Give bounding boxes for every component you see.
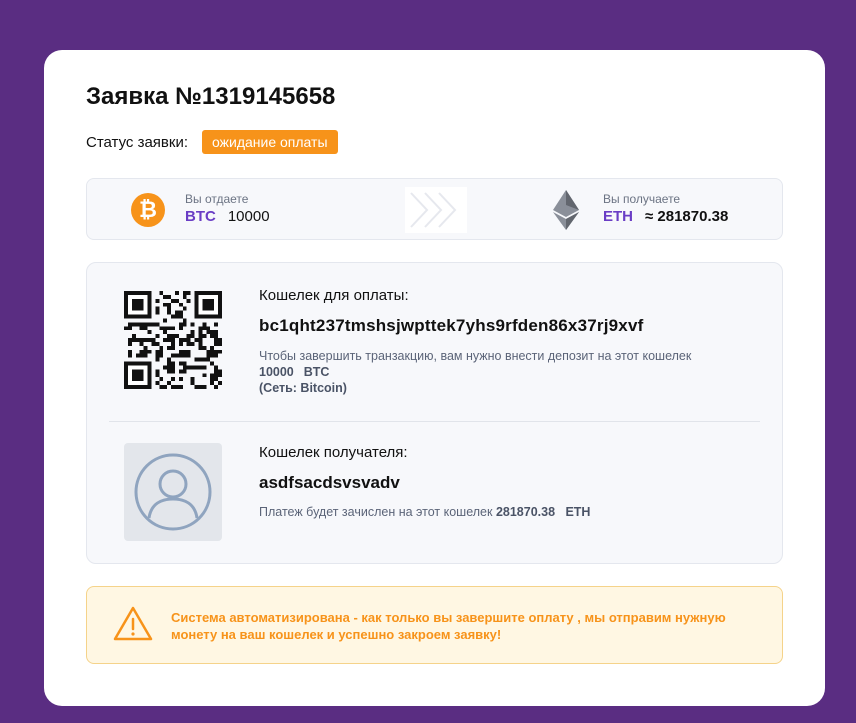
user-avatar-icon (124, 443, 222, 541)
payment-wallet-block: Кошелек для оплаты: bc1qht237tmshsjwptte… (259, 287, 769, 396)
recipient-note: Платеж будет зачислен на этот кошелек 28… (259, 505, 769, 519)
info-alert: Система автоматизирована - как только вы… (86, 586, 783, 664)
order-card: Заявка №1319145658 Статус заявки: ожидан… (44, 50, 825, 706)
recipient-amount: 281870.38 (495, 505, 556, 519)
get-block: Вы получаете ETH ≈ 281870.38 (603, 192, 728, 225)
wallets-panel: Кошелек для оплаты: bc1qht237tmshsjwptte… (86, 262, 783, 564)
recipient-wallet-block: Кошелек получателя: asdfsacdsvsvadv Плат… (259, 444, 769, 519)
alert-text: Система автоматизирована - как только вы… (171, 610, 726, 642)
warning-icon (113, 606, 153, 641)
exchange-summary: ₿ Вы отдаете BTC 10000 Вы получаете ETH … (86, 178, 783, 240)
payment-amount: 10000 (259, 365, 294, 379)
payment-ticker: BTC (303, 365, 330, 379)
recipient-ticker: ETH (565, 505, 591, 519)
qr-code-icon (124, 291, 222, 389)
give-ticker: BTC (185, 208, 216, 225)
status-label: Статус заявки: (86, 133, 189, 151)
recipient-wallet-label: Кошелек получателя: (259, 444, 408, 461)
give-label: Вы отдаете (185, 192, 249, 206)
ethereum-icon (553, 190, 579, 230)
status-badge: ожидание оплаты (202, 130, 338, 154)
page-title: Заявка №1319145658 (86, 83, 336, 110)
divider (109, 421, 760, 422)
payment-note: Чтобы завершить транзакцию, вам нужно вн… (259, 349, 692, 363)
get-label: Вы получаете (603, 192, 681, 206)
chevrons-right-icon (405, 187, 467, 233)
get-amount: ≈ 281870.38 (645, 208, 729, 225)
payment-amount-row: 10000 BTC (259, 364, 769, 380)
recipient-note-prefix: Платеж будет зачислен на этот кошелек (259, 505, 493, 519)
get-ticker: ETH (603, 208, 633, 225)
payment-network: (Сеть: Bitcoin) (259, 381, 347, 395)
payment-wallet-label: Кошелек для оплаты: (259, 287, 409, 304)
give-amount: 10000 (227, 208, 270, 225)
status-row: Статус заявки: ожидание оплаты (86, 130, 338, 154)
bitcoin-icon: ₿ (131, 193, 165, 227)
give-block: Вы отдаете BTC 10000 (185, 192, 270, 225)
recipient-wallet-address[interactable]: asdfsacdsvsvadv (259, 473, 769, 493)
payment-wallet-address[interactable]: bc1qht237tmshsjwpttek7yhs9rfden86x37rj9x… (259, 316, 769, 336)
